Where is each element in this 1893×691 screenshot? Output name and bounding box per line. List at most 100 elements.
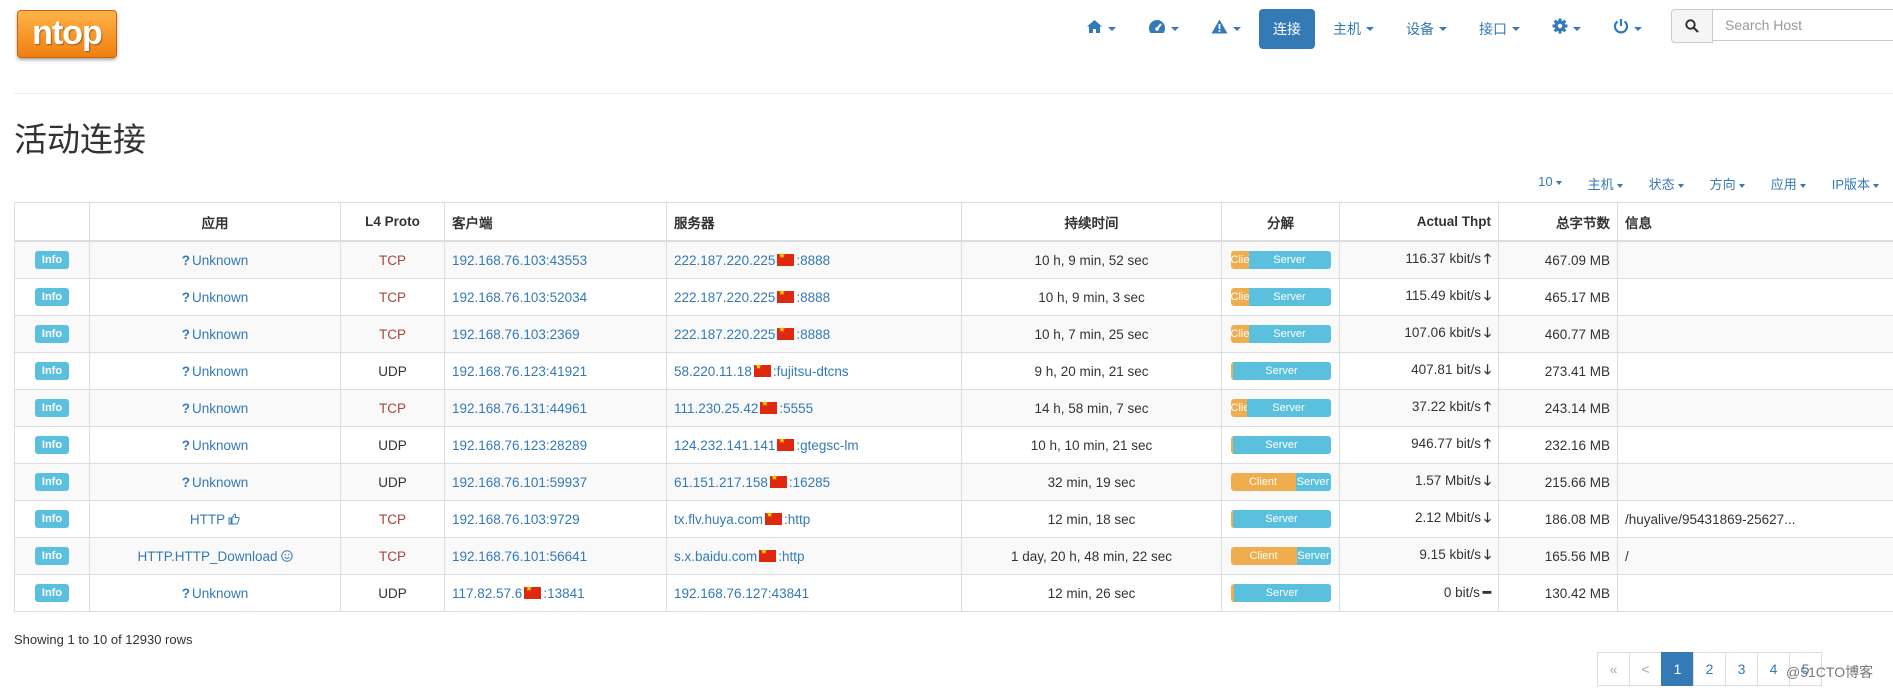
info-button[interactable]: Info xyxy=(34,510,70,528)
ntop-logo[interactable]: ntop xyxy=(17,10,117,58)
server-link[interactable]: 58.220.11.18 xyxy=(674,364,752,379)
server-port-link[interactable]: :gtegsc-lm xyxy=(796,438,858,453)
nav-hosts[interactable]: 主机 xyxy=(1319,9,1388,49)
nav-flows[interactable]: 连接 xyxy=(1259,9,1315,49)
breakdown-bar: ClieServer xyxy=(1230,325,1331,343)
server-link[interactable]: s.x.baidu.com xyxy=(674,549,757,564)
proto-cell: TCP xyxy=(340,240,445,279)
col-header-client[interactable]: 客户端 xyxy=(444,202,667,242)
server-port-link[interactable]: :http xyxy=(778,549,804,564)
client-link[interactable]: 192.168.76.131:44961 xyxy=(452,401,587,416)
info-button[interactable]: Info xyxy=(34,399,70,417)
col-header-breakdown[interactable]: 分解 xyxy=(1221,202,1340,242)
application-filter-label: 应用 xyxy=(1770,177,1797,192)
application-link[interactable]: ? Unknown xyxy=(182,586,249,601)
server-port-link[interactable]: :http xyxy=(784,512,810,527)
client-link[interactable]: 117.82.57.6 xyxy=(452,586,522,601)
client-bytes-bar: Client xyxy=(1230,473,1296,491)
col-header-application[interactable]: 应用 xyxy=(89,202,341,242)
nav-hosts-label: 主机 xyxy=(1333,21,1361,37)
info-button[interactable]: Info xyxy=(34,584,70,602)
client-link[interactable]: 192.168.76.103:2369 xyxy=(452,327,580,342)
server-link[interactable]: tx.flv.huya.com xyxy=(674,512,763,527)
server-port-link[interactable]: :5555 xyxy=(779,401,813,416)
info-button[interactable]: Info xyxy=(34,325,70,343)
total-bytes-cell: 465.17 MB xyxy=(1498,278,1618,316)
application-link[interactable]: ? Unknown xyxy=(182,327,249,342)
nav-power[interactable] xyxy=(1599,9,1656,49)
info-cell: Info xyxy=(14,500,90,538)
total-bytes-cell: 460.77 MB xyxy=(1498,315,1618,353)
nav-interfaces[interactable]: 接口 xyxy=(1465,9,1534,49)
server-link[interactable]: 111.230.25.42 xyxy=(674,401,758,416)
info-button[interactable]: Info xyxy=(34,362,70,380)
server-link[interactable]: 61.151.217.158 xyxy=(674,475,768,490)
col-header-total-bytes[interactable]: 总字节数 xyxy=(1498,202,1618,242)
server-port-link[interactable]: :8888 xyxy=(796,290,830,305)
client-link[interactable]: 192.168.76.103:52034 xyxy=(452,290,587,305)
application-link[interactable]: ? Unknown xyxy=(182,401,249,416)
direction-filter-dropdown[interactable]: 方向 xyxy=(1710,174,1745,193)
page-size-dropdown[interactable]: 10 xyxy=(1538,174,1562,193)
col-header-l4-proto[interactable]: L4 Proto xyxy=(340,202,445,242)
ip-version-filter-dropdown[interactable]: IP版本 xyxy=(1832,174,1879,193)
server-port-link[interactable]: :16285 xyxy=(789,475,830,490)
application-link[interactable]: ? Unknown xyxy=(182,438,249,453)
nav-dashboard[interactable] xyxy=(1134,9,1193,49)
application-link[interactable]: ? Unknown xyxy=(182,290,249,305)
server-bytes-bar: Server xyxy=(1246,399,1331,417)
prev-page-button[interactable]: < xyxy=(1629,652,1662,686)
hosts-filter-dropdown[interactable]: 主机 xyxy=(1588,174,1623,193)
breakdown-bar: Server xyxy=(1230,362,1331,380)
table-filters: 10 主机 状态 方向 应用 IP版本 xyxy=(1512,174,1879,193)
col-header-info[interactable] xyxy=(14,202,90,242)
page-button-2[interactable]: 2 xyxy=(1693,652,1726,686)
nav-devices[interactable]: 设备 xyxy=(1392,9,1461,49)
page-button-1[interactable]: 1 xyxy=(1661,652,1694,686)
server-port-link[interactable]: :fujitsu-dtcns xyxy=(773,364,849,379)
col-header-info-text[interactable]: 信息 xyxy=(1617,202,1893,242)
col-header-duration[interactable]: 持续时间 xyxy=(961,202,1222,242)
client-link[interactable]: 192.168.76.103:9729 xyxy=(452,512,580,527)
server-link[interactable]: 222.187.220.225 xyxy=(674,253,775,268)
client-link[interactable]: 192.168.76.101:56641 xyxy=(452,549,587,564)
client-port-link[interactable]: :13841 xyxy=(543,586,584,601)
col-header-server[interactable]: 服务器 xyxy=(666,202,962,242)
search-input[interactable] xyxy=(1713,9,1893,41)
breakdown-cell: Server xyxy=(1221,426,1340,464)
server-link[interactable]: 192.168.76.127:43841 xyxy=(674,586,809,601)
server-port-link[interactable]: :8888 xyxy=(796,253,830,268)
duration-cell: 32 min, 19 sec xyxy=(961,463,1222,501)
col-header-throughput[interactable]: Actual Thpt xyxy=(1339,202,1499,242)
application-link[interactable]: HTTP.HTTP_Download xyxy=(137,549,293,564)
client-link[interactable]: 192.168.76.123:41921 xyxy=(452,364,587,379)
client-cell: 192.168.76.101:59937 xyxy=(444,463,667,501)
client-link[interactable]: 192.168.76.123:28289 xyxy=(452,438,587,453)
nav-home[interactable] xyxy=(1072,9,1130,49)
page-button-3[interactable]: 3 xyxy=(1725,652,1758,686)
nav-alerts[interactable] xyxy=(1197,9,1255,49)
info-button[interactable]: Info xyxy=(34,547,70,565)
search-button[interactable] xyxy=(1671,9,1713,43)
server-link[interactable]: 222.187.220.225 xyxy=(674,327,775,342)
info-button[interactable]: Info xyxy=(34,473,70,491)
first-page-button[interactable]: « xyxy=(1597,652,1630,686)
application-filter-dropdown[interactable]: 应用 xyxy=(1771,174,1806,193)
server-port-link[interactable]: :8888 xyxy=(796,327,830,342)
total-bytes-cell: 130.42 MB xyxy=(1498,574,1618,612)
info-button[interactable]: Info xyxy=(34,436,70,454)
application-link[interactable]: ? Unknown xyxy=(182,475,249,490)
server-bytes-bar: Server xyxy=(1248,251,1331,269)
client-link[interactable]: 192.168.76.103:43553 xyxy=(452,253,587,268)
application-link[interactable]: ? Unknown xyxy=(182,253,249,268)
server-link[interactable]: 222.187.220.225 xyxy=(674,290,775,305)
application-link[interactable]: HTTP xyxy=(190,512,240,527)
application-link[interactable]: ? Unknown xyxy=(182,364,249,379)
client-link[interactable]: 192.168.76.101:59937 xyxy=(452,475,587,490)
nav-settings[interactable] xyxy=(1538,9,1595,49)
breakdown-cell: ClieServer xyxy=(1221,240,1340,279)
info-button[interactable]: Info xyxy=(34,288,70,306)
status-filter-dropdown[interactable]: 状态 xyxy=(1649,174,1684,193)
info-button[interactable]: Info xyxy=(34,251,70,269)
server-link[interactable]: 124.232.141.141 xyxy=(674,438,775,453)
